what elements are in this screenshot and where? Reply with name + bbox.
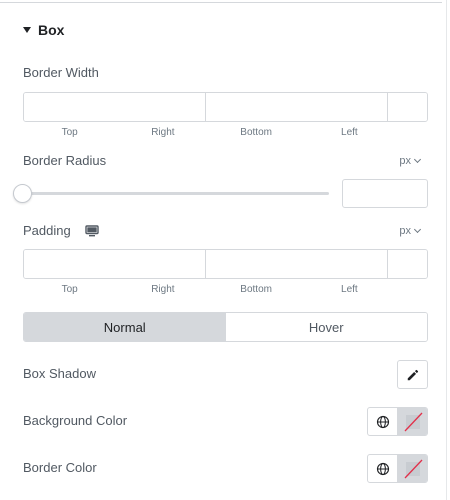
caret-down-icon (23, 27, 31, 33)
state-tabs: Normal Hover (23, 312, 428, 342)
field-label-right: Right (151, 127, 175, 138)
no-color-slash-icon (404, 412, 422, 431)
field-label-right: Right (151, 284, 175, 295)
field-label-bottom: Bottom (240, 127, 272, 138)
padding-field-labels: Top Right Bottom Left (23, 284, 396, 295)
border-color-global-button[interactable] (368, 455, 398, 482)
field-label-top: Top (61, 127, 78, 138)
field-label-left: Left (341, 284, 358, 295)
unit-label: px (399, 225, 411, 237)
border-radius-unit-select[interactable]: px (399, 155, 422, 167)
border-width-field-labels: Top Right Bottom Left (23, 127, 396, 138)
border-color-control (367, 454, 428, 483)
box-shadow-label: Box Shadow (23, 366, 96, 381)
panel-right-edge (446, 0, 447, 500)
background-color-global-button[interactable] (368, 408, 398, 435)
border-width-label: Border Width (23, 65, 99, 80)
tab-hover[interactable]: Hover (225, 313, 427, 341)
field-label-bottom: Bottom (240, 284, 272, 295)
field-label-top: Top (61, 284, 78, 295)
chevron-down-icon (413, 225, 422, 234)
padding-unit-select[interactable]: px (399, 225, 422, 237)
section-title: Box (38, 22, 65, 38)
border-width-top-input[interactable] (24, 93, 206, 121)
desktop-icon[interactable] (85, 224, 99, 237)
border-radius-slider-handle[interactable] (13, 184, 32, 203)
padding-right-input[interactable] (206, 250, 388, 278)
border-radius-slider-track[interactable] (23, 192, 329, 195)
border-width-right-input[interactable] (206, 93, 388, 121)
tab-normal[interactable]: Normal (24, 313, 226, 341)
section-toggle-box[interactable]: Box (23, 21, 64, 39)
background-color-swatch[interactable] (398, 408, 427, 435)
border-radius-label: Border Radius (23, 153, 107, 168)
border-color-label: Border Color (23, 460, 97, 475)
padding-label: Padding (23, 223, 71, 238)
no-color-slash-icon (404, 459, 422, 478)
box-shadow-edit-button[interactable] (397, 360, 428, 389)
border-radius-input[interactable] (342, 179, 428, 208)
globe-icon (376, 415, 389, 428)
background-color-label: Background Color (23, 413, 128, 428)
padding-label-row: Padding (23, 223, 99, 238)
border-color-swatch[interactable] (398, 455, 427, 482)
pencil-icon (407, 369, 418, 380)
field-label-left: Left (341, 127, 358, 138)
background-color-control (367, 407, 428, 436)
chevron-down-icon (413, 155, 422, 164)
border-width-bottom-input[interactable] (388, 93, 427, 121)
panel-top-divider (0, 2, 442, 3)
padding-dimensions (23, 249, 428, 279)
padding-bottom-input[interactable] (388, 250, 427, 278)
unit-label: px (399, 155, 411, 167)
globe-icon (376, 462, 389, 475)
padding-top-input[interactable] (24, 250, 206, 278)
border-width-dimensions (23, 92, 428, 122)
